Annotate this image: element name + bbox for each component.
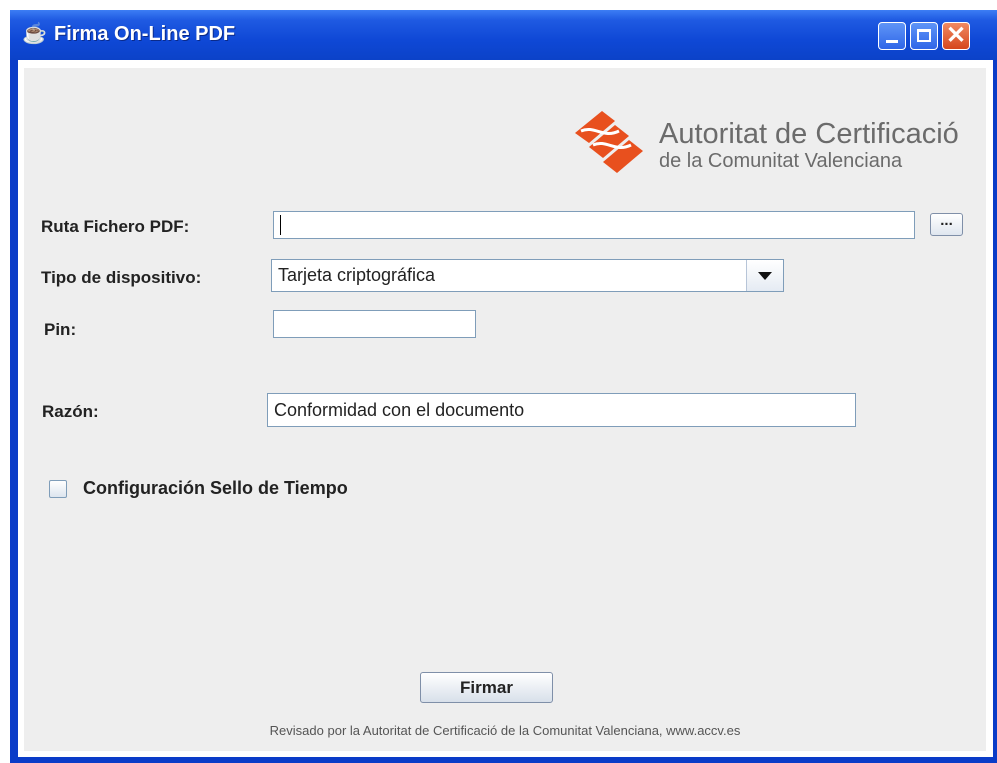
pin-input[interactable] xyxy=(273,310,476,338)
tipo-dispositivo-select[interactable]: Tarjeta criptográfica xyxy=(271,259,784,292)
content-area: Autoritat de Certificació de la Comunita… xyxy=(18,60,993,757)
tipo-value: Tarjeta criptográfica xyxy=(278,265,436,285)
ruta-input[interactable] xyxy=(273,211,915,239)
sello-tiempo-checkbox[interactable] xyxy=(49,480,67,498)
maximize-button[interactable] xyxy=(910,22,938,50)
razon-label: Razón: xyxy=(42,402,99,421)
dropdown-button[interactable] xyxy=(746,260,783,291)
logo-subtitle: de la Comunitat Valenciana xyxy=(659,150,903,172)
minimize-icon xyxy=(886,40,898,43)
logo-title: Autoritat de Certificació xyxy=(659,118,959,150)
chevron-down-icon xyxy=(758,272,772,280)
java-cup-icon: ☕ xyxy=(22,23,47,45)
title-bar[interactable]: ☕ Firma On-Line PDF ✕ xyxy=(10,10,997,60)
browse-button[interactable]: ... xyxy=(930,213,963,236)
app-window: ☕ Firma On-Line PDF ✕ Autoritat de Certi… xyxy=(10,10,997,763)
window-title: Firma On-Line PDF xyxy=(54,23,236,45)
footer-note: Revisado por la Autoritat de Certificaci… xyxy=(269,723,741,738)
firmar-button[interactable]: Firmar xyxy=(420,672,553,703)
text-caret xyxy=(280,215,281,236)
sello-tiempo-label[interactable]: Configuración Sello de Tiempo xyxy=(83,478,348,499)
accv-logo: Autoritat de Certificació de la Comunita… xyxy=(567,103,977,178)
pin-label: Pin: xyxy=(44,320,77,339)
minimize-button[interactable] xyxy=(878,22,906,50)
maximize-icon xyxy=(917,29,931,42)
accv-logo-icon xyxy=(575,111,643,173)
form-panel: Autoritat de Certificació de la Comunita… xyxy=(24,68,986,751)
close-icon: ✕ xyxy=(945,22,967,49)
background-strip xyxy=(0,0,120,10)
ruta-label: Ruta Fichero PDF: xyxy=(41,217,190,236)
razon-input[interactable]: Conformidad con el documento xyxy=(267,393,856,427)
tipo-label: Tipo de dispositivo: xyxy=(41,268,202,287)
close-button[interactable]: ✕ xyxy=(942,22,970,50)
